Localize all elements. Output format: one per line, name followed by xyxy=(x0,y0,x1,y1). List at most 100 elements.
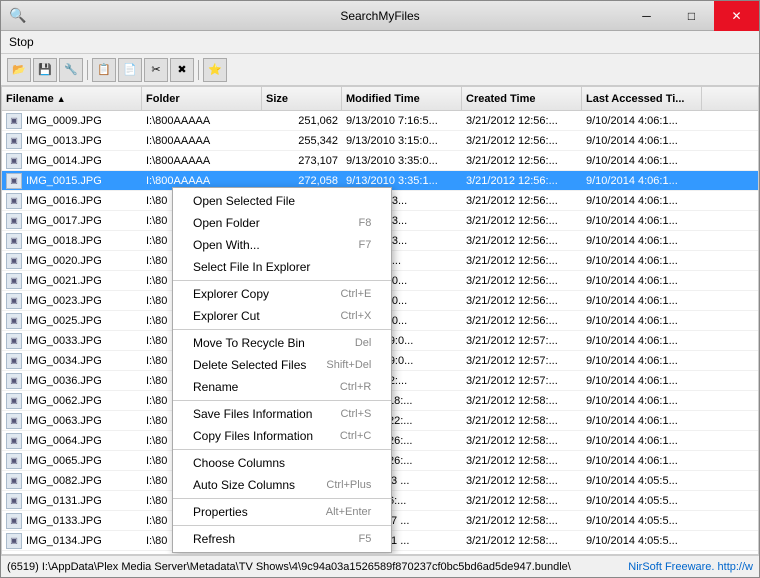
cell-created: 3/21/2012 12:58:... xyxy=(462,473,582,489)
context-menu-item[interactable]: Select File In Explorer xyxy=(173,256,391,278)
cell-accessed: 9/10/2014 4:06:1... xyxy=(582,253,702,269)
context-menu-item[interactable]: Open FolderF8 xyxy=(173,212,391,234)
cell-filename: ▣ IMG_0017.JPG xyxy=(2,211,142,231)
menu-stop[interactable]: Stop xyxy=(9,35,34,49)
cell-accessed: 9/10/2014 4:06:1... xyxy=(582,173,702,189)
cell-size: 273,107 xyxy=(262,153,342,169)
file-icon: ▣ xyxy=(6,113,22,129)
context-menu-item[interactable]: PropertiesAlt+Enter xyxy=(173,501,391,523)
context-menu-separator xyxy=(173,329,391,330)
cell-accessed: 9/10/2014 4:06:1... xyxy=(582,373,702,389)
file-list-header: Filename ▲ Folder Size Modified Time Cre… xyxy=(2,87,758,111)
file-icon: ▣ xyxy=(6,213,22,229)
context-menu-item[interactable]: Open Selected File xyxy=(173,190,391,212)
context-menu-item[interactable]: RenameCtrl+R xyxy=(173,376,391,398)
file-icon: ▣ xyxy=(6,513,22,529)
file-icon: ▣ xyxy=(6,493,22,509)
context-menu-item[interactable]: Copy Files InformationCtrl+C xyxy=(173,425,391,447)
file-icon: ▣ xyxy=(6,313,22,329)
minimize-button[interactable]: ─ xyxy=(624,1,669,31)
table-row[interactable]: ▣ IMG_0014.JPG I:\800AAAAA 273,107 9/13/… xyxy=(2,151,758,171)
file-icon: ▣ xyxy=(6,413,22,429)
cell-filename: ▣ IMG_0020.JPG xyxy=(2,251,142,271)
file-icon: ▣ xyxy=(6,373,22,389)
context-menu-item[interactable]: Save Files InformationCtrl+S xyxy=(173,403,391,425)
context-menu-separator xyxy=(173,400,391,401)
col-header-folder[interactable]: Folder xyxy=(142,87,262,110)
cell-filename: ▣ IMG_0023.JPG xyxy=(2,291,142,311)
context-menu-separator xyxy=(173,280,391,281)
cell-modified: 9/13/2010 7:16:5... xyxy=(342,113,462,129)
context-menu-item[interactable]: Open With...F7 xyxy=(173,234,391,256)
file-icon: ▣ xyxy=(6,193,22,209)
close-button[interactable]: ✕ xyxy=(714,1,759,31)
table-row[interactable]: ▣ IMG_0009.JPG I:\800AAAAA 251,062 9/13/… xyxy=(2,111,758,131)
toolbar-btn-7[interactable]: ✖ xyxy=(170,58,194,82)
cell-created: 3/21/2012 12:56:... xyxy=(462,253,582,269)
col-header-size[interactable]: Size xyxy=(262,87,342,110)
cell-accessed: 9/10/2014 4:06:1... xyxy=(582,433,702,449)
context-menu-item[interactable]: Explorer CutCtrl+X xyxy=(173,305,391,327)
cell-accessed: 9/10/2014 4:06:1... xyxy=(582,273,702,289)
col-header-modified[interactable]: Modified Time xyxy=(342,87,462,110)
context-menu-item[interactable]: Move To Recycle BinDel xyxy=(173,332,391,354)
cell-filename: ▣ IMG_0025.JPG xyxy=(2,311,142,331)
cell-filename: ▣ IMG_0014.JPG xyxy=(2,151,142,171)
cell-created: 3/21/2012 12:56:... xyxy=(462,213,582,229)
cell-created: 3/21/2012 12:57:... xyxy=(462,373,582,389)
toolbar-btn-4[interactable]: 📋 xyxy=(92,58,116,82)
col-header-created[interactable]: Created Time xyxy=(462,87,582,110)
col-header-accessed[interactable]: Last Accessed Ti... xyxy=(582,87,702,110)
context-menu-item[interactable]: Choose Columns xyxy=(173,452,391,474)
file-icon: ▣ xyxy=(6,293,22,309)
toolbar-btn-5[interactable]: 📄 xyxy=(118,58,142,82)
cell-accessed: 9/10/2014 4:05:5... xyxy=(582,533,702,549)
file-icon: ▣ xyxy=(6,453,22,469)
cell-filename: ▣ IMG_0021.JPG xyxy=(2,271,142,291)
cell-created: 3/21/2012 12:56:... xyxy=(462,293,582,309)
cell-filename: ▣ IMG_0063.JPG xyxy=(2,411,142,431)
toolbar-btn-2[interactable]: 💾 xyxy=(33,58,57,82)
cell-modified: 9/13/2010 3:15:0... xyxy=(342,133,462,149)
cell-filename: ▣ IMG_0016.JPG xyxy=(2,191,142,211)
cell-filename: ▣ IMG_0131.JPG xyxy=(2,491,142,511)
col-header-filename[interactable]: Filename ▲ xyxy=(2,87,142,110)
context-menu-separator xyxy=(173,449,391,450)
toolbar-btn-3[interactable]: 🔧 xyxy=(59,58,83,82)
file-icon: ▣ xyxy=(6,333,22,349)
cell-created: 3/21/2012 12:57:... xyxy=(462,353,582,369)
app-window: 🔍 SearchMyFiles ─ □ ✕ Stop 📂 💾 🔧 📋 📄 ✂ ✖… xyxy=(0,0,760,578)
toolbar-btn-1[interactable]: 📂 xyxy=(7,58,31,82)
context-menu-separator xyxy=(173,525,391,526)
file-icon: ▣ xyxy=(6,173,22,189)
cell-created: 3/21/2012 12:58:... xyxy=(462,433,582,449)
cell-created: 3/21/2012 12:58:... xyxy=(462,413,582,429)
maximize-button[interactable]: □ xyxy=(669,1,714,31)
context-menu: Open Selected FileOpen FolderF8Open With… xyxy=(172,187,392,553)
context-menu-item[interactable]: Delete Selected FilesShift+Del xyxy=(173,354,391,376)
file-icon: ▣ xyxy=(6,233,22,249)
cell-created: 3/21/2012 12:58:... xyxy=(462,513,582,529)
cell-filename: ▣ IMG_0013.JPG xyxy=(2,131,142,151)
cell-created: 3/21/2012 12:56:... xyxy=(462,173,582,189)
context-menu-item[interactable]: RefreshF5 xyxy=(173,528,391,550)
cell-accessed: 9/10/2014 4:05:5... xyxy=(582,473,702,489)
file-icon: ▣ xyxy=(6,533,22,549)
cell-filename: ▣ IMG_0036.JPG xyxy=(2,371,142,391)
toolbar-btn-6[interactable]: ✂ xyxy=(144,58,168,82)
cell-folder: I:\800AAAAA xyxy=(142,133,262,149)
table-row[interactable]: ▣ IMG_0013.JPG I:\800AAAAA 255,342 9/13/… xyxy=(2,131,758,151)
cell-folder: I:\800AAAAA xyxy=(142,153,262,169)
toolbar-btn-8[interactable]: ⭐ xyxy=(203,58,227,82)
file-icon: ▣ xyxy=(6,473,22,489)
cell-filename: ▣ IMG_0065.JPG xyxy=(2,451,142,471)
cell-created: 3/21/2012 12:56:... xyxy=(462,133,582,149)
file-list-container: Filename ▲ Folder Size Modified Time Cre… xyxy=(1,86,759,555)
file-icon: ▣ xyxy=(6,153,22,169)
title-bar: 🔍 SearchMyFiles ─ □ ✕ xyxy=(1,1,759,31)
context-menu-item[interactable]: Auto Size ColumnsCtrl+Plus xyxy=(173,474,391,496)
cell-accessed: 9/10/2014 4:06:1... xyxy=(582,193,702,209)
cell-accessed: 9/10/2014 4:06:1... xyxy=(582,113,702,129)
context-menu-item[interactable]: Explorer CopyCtrl+E xyxy=(173,283,391,305)
cell-size: 255,342 xyxy=(262,133,342,149)
